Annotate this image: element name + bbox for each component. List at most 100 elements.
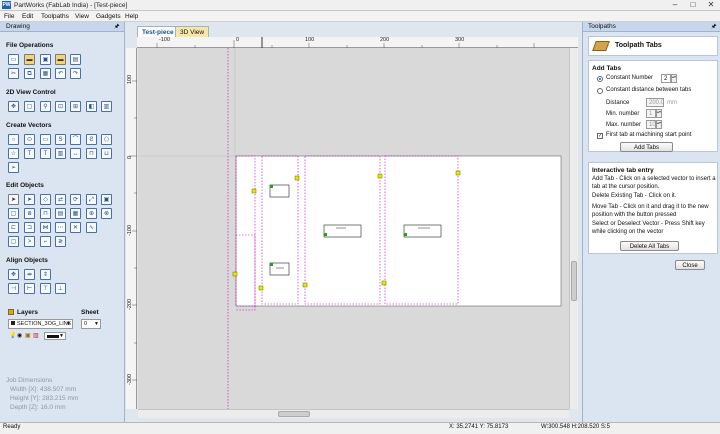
- drawing-canvas[interactable]: [138, 48, 569, 409]
- view-3d-icon[interactable]: ◧: [86, 101, 97, 112]
- first-tab-checkbox[interactable]: ✓: [597, 133, 603, 139]
- new-file-icon[interactable]: ▭: [8, 54, 19, 65]
- menu-toolpaths[interactable]: Toolpaths: [41, 12, 69, 21]
- ungroup-icon[interactable]: ⧈: [24, 208, 35, 219]
- scale-icon[interactable]: ⤢: [86, 194, 97, 205]
- constant-distance-radio[interactable]: [597, 88, 603, 94]
- join-icon[interactable]: ⊕: [86, 208, 97, 219]
- max-number-input[interactable]: 10: [646, 120, 656, 129]
- tab-test-piece[interactable]: Test-piece: [137, 26, 179, 37]
- size-icon[interactable]: ▣: [101, 194, 112, 205]
- align-left-icon[interactable]: ⊣: [8, 283, 19, 294]
- tab-3d-view[interactable]: 3D View: [175, 26, 210, 37]
- view-2d-icon[interactable]: ▥: [101, 101, 112, 112]
- export-icon[interactable]: ▤: [70, 54, 81, 65]
- align-right-icon[interactable]: ⊢: [24, 283, 35, 294]
- align-top-icon[interactable]: ⊤: [40, 283, 51, 294]
- distance-input[interactable]: 200.0: [646, 98, 664, 107]
- undo-icon[interactable]: ↶: [55, 68, 66, 79]
- transform-icon[interactable]: ◇: [40, 194, 51, 205]
- copy-icon[interactable]: ⧉: [24, 68, 35, 79]
- pin-icon[interactable]: 🖈: [114, 22, 120, 32]
- pin-icon[interactable]: 🖈: [711, 22, 717, 32]
- add-tabs-button[interactable]: Add Tabs: [620, 142, 673, 152]
- zoom-fit-icon[interactable]: ⊡: [55, 101, 66, 112]
- group-icon[interactable]: ▢: [8, 208, 19, 219]
- polygon-icon[interactable]: ⬠: [101, 134, 112, 145]
- fillet-icon[interactable]: ▥: [55, 148, 66, 159]
- smooth-icon[interactable]: ∿: [86, 222, 97, 233]
- vertical-scroll-thumb[interactable]: [571, 261, 577, 301]
- align-bottom-icon[interactable]: ⊥: [55, 283, 66, 294]
- minimize-button[interactable]: –: [666, 0, 684, 10]
- align-horizontal-icon[interactable]: ⇹: [24, 269, 35, 280]
- lightbulb-icon[interactable]: 💡: [9, 332, 16, 339]
- extend-icon[interactable]: ⋈: [40, 222, 51, 233]
- zoom-selected-icon[interactable]: ⊞: [70, 101, 81, 112]
- lock-icon[interactable]: ▣: [25, 332, 31, 339]
- drawing-vectors[interactable]: [138, 48, 569, 409]
- subtract-icon[interactable]: ▤: [55, 208, 66, 219]
- align-center-icon[interactable]: ✥: [8, 269, 19, 280]
- array-icon[interactable]: ⋯: [55, 222, 66, 233]
- weld-icon[interactable]: ⊓: [40, 208, 51, 219]
- redo-icon[interactable]: ↷: [70, 68, 81, 79]
- menu-help[interactable]: Help: [125, 12, 138, 21]
- cut-icon[interactable]: ✂: [8, 68, 19, 79]
- layer-select[interactable]: SECTION_3OG_LINE ▼: [8, 319, 73, 329]
- curve-icon[interactable]: S: [55, 134, 66, 145]
- zoom-box-icon[interactable]: ▢: [24, 101, 35, 112]
- text-on-curve-icon[interactable]: T: [40, 148, 51, 159]
- pan-icon[interactable]: ✥: [8, 101, 19, 112]
- trace-icon[interactable]: ⊔: [101, 148, 112, 159]
- menu-view[interactable]: View: [75, 12, 89, 21]
- delete-all-tabs-button[interactable]: Delete All Tabs: [620, 241, 679, 251]
- circle-icon[interactable]: ○: [8, 134, 19, 145]
- intersect-icon[interactable]: ▦: [70, 208, 81, 219]
- node-edit-icon[interactable]: ➤: [24, 194, 35, 205]
- menu-file[interactable]: File: [4, 12, 14, 21]
- break-icon[interactable]: ✕: [70, 222, 81, 233]
- close-window-button[interactable]: ✕: [702, 0, 720, 10]
- nest-icon[interactable]: ⊗: [101, 208, 112, 219]
- rotate-icon[interactable]: ⟳: [70, 194, 81, 205]
- stepper-arrows-icon[interactable]: ▴▾: [656, 120, 662, 129]
- text-icon[interactable]: T: [24, 148, 35, 159]
- horizontal-scrollbar[interactable]: [138, 409, 569, 418]
- arc-icon[interactable]: ⌒: [70, 134, 81, 145]
- mirror-icon[interactable]: ⇄: [55, 194, 66, 205]
- paste-icon[interactable]: ▦: [40, 68, 51, 79]
- draw-icon[interactable]: ➢: [8, 162, 19, 173]
- offset-icon[interactable]: ⊓: [86, 148, 97, 159]
- chevron-right-icon[interactable]: >: [24, 236, 35, 247]
- constant-number-input[interactable]: 2: [661, 74, 671, 83]
- chevron-step-icon[interactable]: ⌐: [40, 236, 51, 247]
- zigzag-icon[interactable]: ≷: [55, 236, 66, 247]
- zoom-icon[interactable]: ⚲: [40, 101, 51, 112]
- import-icon[interactable]: ▬: [55, 54, 66, 65]
- layer-visible-icon[interactable]: ◉: [17, 332, 22, 339]
- min-number-input[interactable]: 1: [646, 109, 656, 118]
- trim-icon[interactable]: ⊐: [24, 222, 35, 233]
- horizontal-scroll-thumb[interactable]: [278, 411, 310, 417]
- stepper-arrows-icon[interactable]: ▴▾: [671, 74, 677, 83]
- menu-gadgets[interactable]: Gadgets: [96, 12, 121, 21]
- close-button[interactable]: Close: [675, 260, 705, 270]
- maximize-button[interactable]: □: [684, 0, 702, 10]
- menu-edit[interactable]: Edit: [22, 12, 33, 21]
- star-icon[interactable]: ☆: [8, 148, 19, 159]
- vertical-scrollbar[interactable]: [569, 48, 578, 409]
- align-vertical-icon[interactable]: ⇕: [40, 269, 51, 280]
- stepper-arrows-icon[interactable]: ▴▾: [656, 109, 662, 118]
- delete-layer-icon[interactable]: ▥: [33, 332, 39, 339]
- open-folder-icon[interactable]: ▬: [24, 54, 35, 65]
- select-icon[interactable]: ➤: [8, 194, 19, 205]
- rectangle-icon[interactable]: ▭: [40, 134, 51, 145]
- polyline-icon[interactable]: Ƨ: [86, 134, 97, 145]
- sheet-select[interactable]: 0 ▼: [81, 319, 101, 329]
- ellipse-icon[interactable]: ⬭: [24, 134, 35, 145]
- dimension-icon[interactable]: ↔: [70, 148, 81, 159]
- fillet-corner-icon[interactable]: ▢: [8, 236, 19, 247]
- save-icon[interactable]: ▣: [40, 54, 51, 65]
- close-vector-icon[interactable]: ⊏: [8, 222, 19, 233]
